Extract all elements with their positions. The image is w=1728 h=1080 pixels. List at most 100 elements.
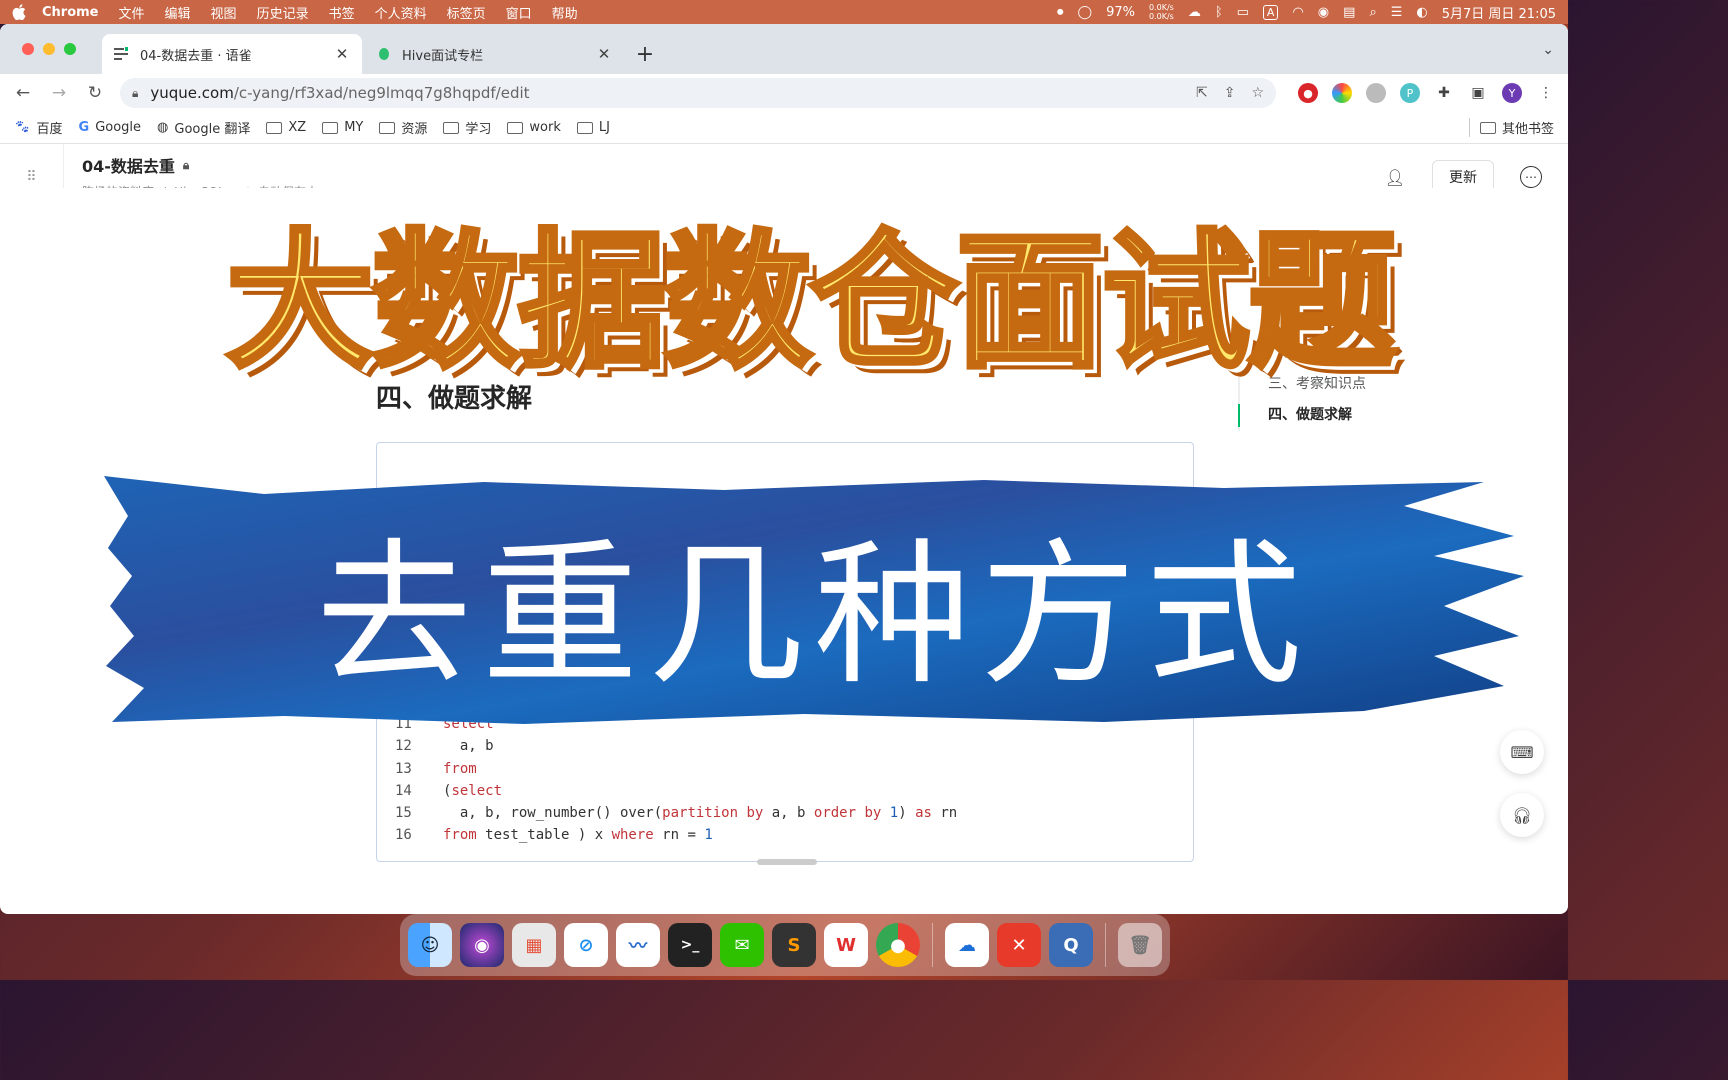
- trash-icon[interactable]: 🗑︎: [1118, 923, 1162, 967]
- keyboard-icon[interactable]: ⌨: [1500, 730, 1544, 774]
- bookmark-google[interactable]: G Google: [79, 120, 142, 135]
- code-line[interactable]: 15 a, b, row_number() over(partition by …: [377, 802, 957, 824]
- chrome-icon[interactable]: ●: [876, 923, 920, 967]
- share-icon[interactable]: ⇪: [1224, 85, 1236, 101]
- menu-clock[interactable]: 5月7日 周日 21:05: [1442, 3, 1556, 22]
- memory-icon[interactable]: ▤: [1343, 5, 1355, 20]
- menu-profiles[interactable]: 个人资料: [375, 3, 427, 22]
- bookmark-folder-work[interactable]: work: [507, 120, 561, 135]
- menu-history[interactable]: 历史记录: [257, 3, 309, 22]
- code-line[interactable]: 13 from: [377, 758, 957, 780]
- siri-icon[interactable]: ◐: [1416, 5, 1427, 20]
- extension-p-icon[interactable]: P: [1400, 83, 1420, 103]
- lock-icon[interactable]: 🔒︎: [132, 86, 138, 101]
- back-icon[interactable]: ←: [12, 82, 34, 104]
- extensions-puzzle-icon[interactable]: ✚: [1434, 83, 1454, 103]
- freeform-icon[interactable]: 〰: [616, 923, 660, 967]
- input-method-icon[interactable]: A: [1262, 4, 1279, 20]
- code-line[interactable]: 12 a, b: [377, 735, 957, 757]
- menu-file[interactable]: 文件: [119, 3, 145, 22]
- toc-item-active[interactable]: 四、做题求解: [1238, 400, 1366, 431]
- wifi-icon[interactable]: ◠: [1292, 5, 1303, 20]
- bookmark-other[interactable]: 其他书签: [1468, 118, 1554, 137]
- extension-red-icon[interactable]: ●: [1298, 83, 1318, 103]
- safari-icon[interactable]: ⊘: [564, 923, 608, 967]
- bookmark-folder-study[interactable]: 学习: [443, 118, 491, 137]
- xmind-icon[interactable]: ✕: [997, 923, 1041, 967]
- code-token: rn: [931, 804, 958, 821]
- code-scrollbar[interactable]: [757, 859, 817, 865]
- side-panel-icon[interactable]: ▣: [1468, 83, 1488, 103]
- tab-strip: 04-数据去重 · 语雀 ✕ Hive面试专栏 ✕ + ⌄: [0, 24, 1568, 74]
- search-icon[interactable]: ⌕: [1369, 5, 1376, 20]
- menu-bookmarks[interactable]: 书签: [329, 3, 355, 22]
- extension-grey-icon[interactable]: [1366, 83, 1386, 103]
- bookmark-folder-xz[interactable]: XZ: [266, 120, 306, 135]
- network-speed: 0.0K/s 0.0K/s: [1149, 3, 1174, 21]
- bookmark-label: Google: [95, 120, 142, 135]
- cloud-icon[interactable]: ☁: [1188, 5, 1201, 20]
- bookmark-folder-lj[interactable]: LJ: [576, 120, 610, 135]
- chevron-down-icon[interactable]: ⌄: [1542, 42, 1554, 58]
- code-token: a, b, row_number() over(: [443, 804, 663, 821]
- launchpad-icon[interactable]: ▦: [512, 923, 556, 967]
- record-icon[interactable]: ⏺: [1057, 5, 1064, 20]
- minimize-window-button[interactable]: [43, 43, 55, 55]
- terminal-icon[interactable]: >_: [668, 923, 712, 967]
- reload-icon[interactable]: ↻: [84, 82, 106, 104]
- yuque-favicon-icon: [114, 46, 130, 62]
- bookmark-star-icon[interactable]: ☆: [1251, 85, 1264, 101]
- profile-avatar[interactable]: Y: [1502, 83, 1522, 103]
- tab-close-icon[interactable]: ✕: [596, 45, 612, 63]
- user-icon[interactable]: ◉: [1318, 5, 1329, 20]
- tab-close-icon[interactable]: ✕: [334, 45, 350, 63]
- code-token: test_table ) x: [476, 827, 612, 844]
- sublime-text-icon[interactable]: S: [772, 923, 816, 967]
- globe-icon: ◍: [157, 120, 169, 135]
- close-window-button[interactable]: [22, 43, 34, 55]
- add-collaborator-icon[interactable]: 👤︎: [1384, 166, 1406, 188]
- siri-icon[interactable]: ◉: [460, 923, 504, 967]
- menu-tabs[interactable]: 标签页: [447, 3, 486, 22]
- tab-inactive[interactable]: Hive面试专栏 ✕: [364, 34, 624, 74]
- more-options-icon[interactable]: ⋯: [1520, 166, 1542, 188]
- bookmark-folder-resources[interactable]: 资源: [379, 118, 427, 137]
- control-center-icon[interactable]: ☰: [1391, 5, 1403, 20]
- new-tab-icon[interactable]: +: [630, 34, 660, 74]
- menu-edit[interactable]: 编辑: [165, 3, 191, 22]
- bookmark-folder-my[interactable]: MY: [322, 120, 363, 135]
- zoom-window-button[interactable]: [64, 43, 76, 55]
- doc-title: 04-数据去重 🔒︎: [82, 153, 349, 177]
- subtitle-banner: 去重几种方式: [104, 476, 1524, 726]
- bookmark-google-translate[interactable]: ◍ Google 翻译: [157, 118, 250, 137]
- wechat-icon[interactable]: ✉: [720, 923, 764, 967]
- menu-view[interactable]: 视图: [211, 3, 237, 22]
- finder-icon[interactable]: ☺: [408, 923, 452, 967]
- code-number: 1: [889, 804, 899, 821]
- tab-active[interactable]: 04-数据去重 · 语雀 ✕: [102, 34, 362, 74]
- more-menu-icon[interactable]: ⋮: [1536, 83, 1556, 103]
- bookmarks-bar: 🐾︎ 百度 G Google ◍ Google 翻译 XZ MY 资源 学习 work…: [0, 112, 1568, 144]
- open-in-app-icon[interactable]: ⇱: [1196, 85, 1208, 101]
- omnibox-actions: ⇱ ⇪ ☆: [1196, 85, 1264, 101]
- menu-help[interactable]: 帮助: [552, 3, 578, 22]
- bookmark-label: MY: [344, 120, 364, 135]
- wps-icon[interactable]: W: [824, 923, 868, 967]
- code-line[interactable]: 16 from test_table ) x where rn = 1: [377, 824, 957, 846]
- menu-window[interactable]: 窗口: [506, 3, 532, 22]
- extensions: ● P ✚ ▣ Y ⋮: [1298, 83, 1556, 103]
- apple-icon[interactable]: [12, 4, 26, 20]
- code-line[interactable]: 14 (select: [377, 780, 957, 802]
- code-token: a, b: [443, 738, 494, 755]
- menu-app-name[interactable]: Chrome: [42, 5, 99, 20]
- quicktime-icon[interactable]: Q: [1049, 923, 1093, 967]
- address-bar[interactable]: 🔒︎ yuque.com /c-yang/rf3xad/neg9lmqq7g8h…: [120, 78, 1276, 108]
- code-keyword: order by: [813, 804, 882, 821]
- bookmark-baidu[interactable]: 🐾︎ 百度: [14, 118, 63, 137]
- support-headset-icon[interactable]: 🎧︎: [1500, 793, 1544, 837]
- battery-icon[interactable]: ▭: [1237, 5, 1249, 20]
- forward-icon[interactable]: →: [48, 82, 70, 104]
- extension-colorwheel-icon[interactable]: [1332, 83, 1352, 103]
- bluetooth-icon[interactable]: ᛒ: [1215, 5, 1223, 20]
- onedrive-icon[interactable]: ☁: [945, 923, 989, 967]
